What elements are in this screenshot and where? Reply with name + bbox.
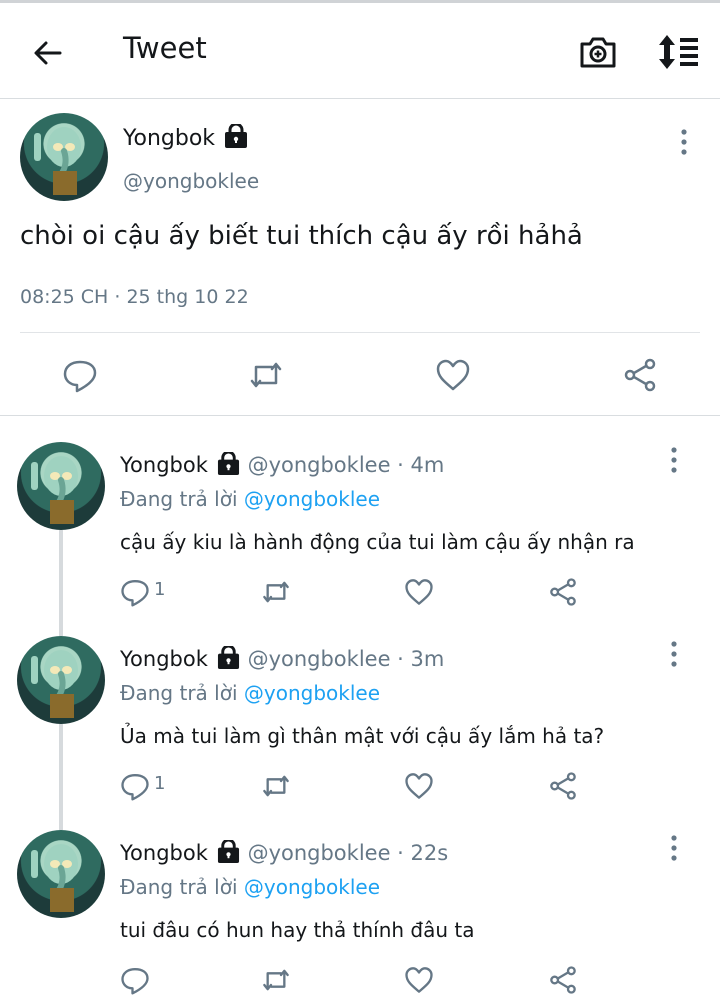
reply-button[interactable] xyxy=(120,771,150,801)
share-icon xyxy=(550,578,576,606)
retweet-button[interactable] xyxy=(261,577,291,607)
replying-to-link[interactable]: @yongboklee xyxy=(244,681,380,705)
author-handle-time[interactable]: @yongboklee · 4m xyxy=(248,453,445,477)
like-button[interactable] xyxy=(404,965,434,995)
avatar[interactable] xyxy=(17,442,105,530)
share-button[interactable] xyxy=(548,771,578,801)
author-handle[interactable]: @yongboklee xyxy=(123,169,259,193)
reply-author-line: Yongbok @yongboklee · 22s xyxy=(120,840,448,865)
reply-tweet[interactable]: Yongbok @yongboklee · 22s Đang trả lời @… xyxy=(0,804,720,998)
retweet-button[interactable] xyxy=(248,357,284,393)
sort-icon xyxy=(659,35,698,69)
share-button[interactable] xyxy=(622,357,658,393)
avatar[interactable] xyxy=(17,636,105,724)
like-icon xyxy=(405,579,433,605)
squidward-avatar-image xyxy=(31,456,78,524)
back-button[interactable] xyxy=(28,33,68,73)
replying-to: Đang trả lời @yongboklee xyxy=(120,681,380,705)
lock-icon xyxy=(217,646,239,669)
more-vertical-icon xyxy=(681,129,687,155)
share-button[interactable] xyxy=(548,965,578,995)
more-options-button[interactable] xyxy=(667,833,681,863)
app-header: Tweet xyxy=(0,3,720,99)
share-icon xyxy=(550,966,576,994)
like-button[interactable] xyxy=(404,577,434,607)
lock-icon xyxy=(217,840,239,863)
like-icon xyxy=(405,967,433,993)
main-tweet: Yongbok @yongboklee chòi oi cậu ấy biết … xyxy=(0,99,720,416)
replying-to-label: Đang trả lời xyxy=(120,875,238,899)
reply-icon xyxy=(121,968,149,995)
reply-tweet[interactable]: Yongbok @yongboklee · 4m Đang trả lời @y… xyxy=(0,416,720,636)
reply-icon xyxy=(121,580,149,607)
retweet-icon xyxy=(250,362,282,388)
reply-icon xyxy=(121,774,149,801)
lock-icon xyxy=(217,452,239,475)
like-button[interactable] xyxy=(404,771,434,801)
more-vertical-icon xyxy=(671,835,677,861)
reply-text: cậu ấy kiu là hành động của tui làm cậu … xyxy=(120,530,635,554)
divider xyxy=(20,332,700,333)
retweet-button[interactable] xyxy=(261,771,291,801)
more-options-button[interactable] xyxy=(667,445,681,475)
author-name[interactable]: Yongbok xyxy=(120,841,208,865)
reply-text: Ủa mà tui làm gì thân mật với cậu ấy lắm… xyxy=(120,724,605,748)
tweet-timestamp: 08:25 CH · 25 thg 10 22 xyxy=(20,286,249,308)
replying-to-link[interactable]: @yongboklee xyxy=(244,875,380,899)
page-title: Tweet xyxy=(123,31,207,65)
more-options-button[interactable] xyxy=(667,639,681,669)
reply-count: 1 xyxy=(154,773,166,794)
avatar[interactable] xyxy=(17,830,105,918)
retweet-button[interactable] xyxy=(261,965,291,995)
author-handle-time[interactable]: @yongboklee · 22s xyxy=(248,841,449,865)
share-icon xyxy=(624,358,656,392)
like-icon xyxy=(436,359,470,391)
replying-to: Đang trả lời @yongboklee xyxy=(120,487,380,511)
replying-to-label: Đang trả lời xyxy=(120,487,238,511)
camera-button[interactable] xyxy=(577,31,619,73)
reply-button[interactable] xyxy=(120,965,150,995)
lock-icon xyxy=(225,124,248,148)
reply-button[interactable] xyxy=(62,357,98,393)
back-arrow-icon xyxy=(34,41,62,65)
share-icon xyxy=(550,772,576,800)
sort-button[interactable] xyxy=(655,31,701,73)
share-button[interactable] xyxy=(548,577,578,607)
camera-plus-icon xyxy=(580,37,616,68)
replying-to: Đang trả lời @yongboklee xyxy=(120,875,380,899)
like-button[interactable] xyxy=(435,357,471,393)
author-handle-time[interactable]: @yongboklee · 3m xyxy=(248,647,445,671)
avatar[interactable] xyxy=(20,113,108,201)
squidward-avatar-image xyxy=(31,650,78,718)
author-name[interactable]: Yongbok xyxy=(120,453,208,477)
squidward-avatar-image xyxy=(31,844,78,912)
author-name[interactable]: Yongbok xyxy=(123,124,249,151)
reply-tweet[interactable]: Yongbok @yongboklee · 3m Đang trả lời @y… xyxy=(0,610,720,830)
like-icon xyxy=(405,773,433,799)
retweet-icon xyxy=(263,581,289,603)
reply-author-line: Yongbok @yongboklee · 4m xyxy=(120,452,444,477)
reply-icon xyxy=(63,360,97,393)
reply-author-line: Yongbok @yongboklee · 3m xyxy=(120,646,444,671)
author-name[interactable]: Yongbok xyxy=(120,647,208,671)
retweet-icon xyxy=(263,775,289,797)
reply-button[interactable] xyxy=(120,577,150,607)
replying-to-label: Đang trả lời xyxy=(120,681,238,705)
reply-text: tui đâu có hun hay thả thính đâu ta xyxy=(120,918,475,942)
retweet-icon xyxy=(263,969,289,991)
replying-to-link[interactable]: @yongboklee xyxy=(244,487,380,511)
more-options-button[interactable] xyxy=(677,127,691,157)
reply-count: 1 xyxy=(154,579,166,600)
tweet-text: chòi oi cậu ấy biết tui thích cậu ấy rồi… xyxy=(20,221,583,251)
more-vertical-icon xyxy=(671,641,677,667)
squidward-avatar-image xyxy=(34,127,81,195)
more-vertical-icon xyxy=(671,447,677,473)
